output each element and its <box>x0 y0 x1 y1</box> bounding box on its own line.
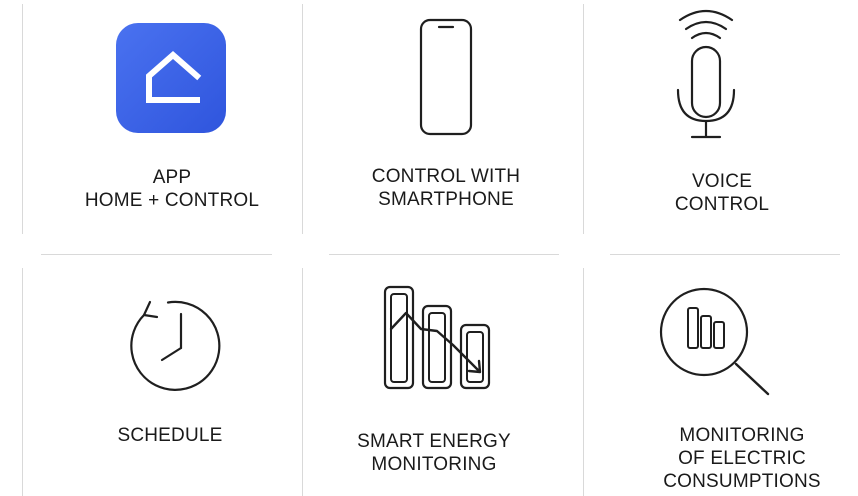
divider-vertical <box>302 4 303 234</box>
divider-vertical <box>302 268 303 496</box>
feature-label: VOICE CONTROL <box>674 171 770 215</box>
divider-horizontal <box>41 254 272 255</box>
divider-horizontal <box>610 254 840 255</box>
feature-label: APP HOME + CONTROL <box>84 167 260 211</box>
smartphone-icon <box>419 18 473 136</box>
feature-label: CONTROL WITH SMARTPHONE <box>371 166 521 210</box>
clock-icon <box>130 300 221 391</box>
divider-vertical <box>583 268 584 496</box>
feature-label: SMART ENERGY MONITORING <box>357 431 511 475</box>
feature-label: MONITORING OF ELECTRIC CONSUMPTIONS <box>663 425 821 492</box>
divider-vertical <box>22 4 23 234</box>
divider-vertical <box>22 268 23 496</box>
microphone-icon <box>676 9 736 139</box>
magnifier-chart-icon <box>659 287 770 396</box>
feature-label: SCHEDULE <box>117 425 223 446</box>
divider-horizontal <box>329 254 559 255</box>
home-app-icon <box>116 23 226 133</box>
energy-chart-icon <box>383 285 491 390</box>
divider-vertical <box>583 4 584 234</box>
